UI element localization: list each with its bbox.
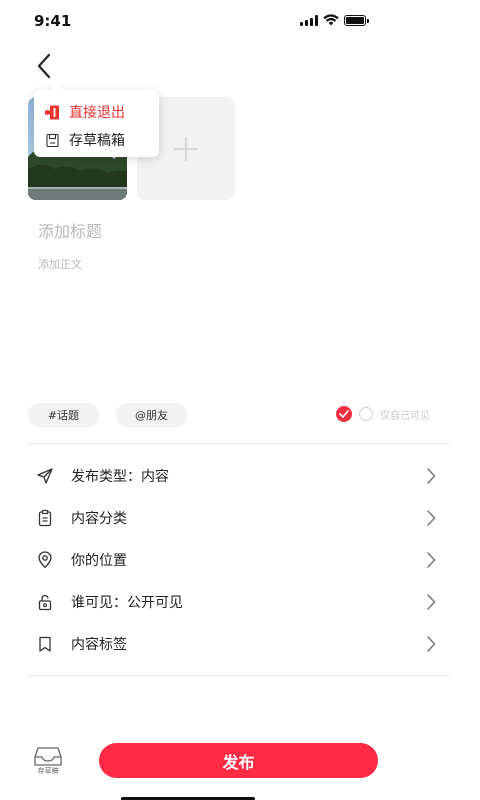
unlock-icon [38, 594, 52, 611]
settings-row-label: 谁可见：公开可见 [71, 595, 183, 611]
chevron-left-icon [37, 53, 51, 79]
settings-row-label: 内容分类 [71, 511, 127, 527]
save-to-drafts-label: 存草稿箱 [69, 133, 125, 149]
location-pin-icon [38, 551, 52, 569]
exit-popup-menu: 直接退出 存草稿箱 [34, 83, 159, 157]
chevron-right-icon [427, 552, 436, 568]
publish-button[interactable]: 发布 [99, 743, 378, 778]
body-textarea[interactable] [38, 256, 438, 386]
drafts-button[interactable]: 存草稿 [32, 744, 64, 778]
settings-row-label: 你的位置 [71, 553, 127, 569]
clipboard-icon [38, 509, 52, 527]
save-disk-icon [46, 133, 59, 147]
exit-directly-menu-item[interactable]: 直接退出 [44, 102, 125, 122]
settings-row-category[interactable]: 内容分类 [28, 497, 438, 539]
status-icons [300, 14, 369, 26]
paper-plane-icon [37, 468, 53, 484]
cellular-signal-icon [300, 14, 318, 26]
self-only-radio[interactable] [359, 407, 373, 421]
drafts-label: 存草稿 [37, 767, 59, 775]
settings-row-tags[interactable]: 内容标签 [28, 623, 438, 665]
divider-bottom [28, 675, 450, 676]
back-button[interactable] [30, 52, 58, 80]
chevron-right-icon [427, 468, 436, 484]
battery-icon [344, 14, 369, 26]
status-bar: 9:41 [0, 0, 480, 44]
inbox-tray-icon [34, 747, 62, 766]
divider-top [28, 443, 450, 444]
settings-row-publish-type[interactable]: 发布类型：内容 [28, 455, 438, 497]
visibility-toggle: 仅自己可见 [336, 406, 430, 422]
chevron-right-icon [427, 594, 436, 610]
check-selected-icon[interactable] [336, 406, 352, 422]
settings-row-visibility[interactable]: 谁可见：公开可见 [28, 581, 438, 623]
wifi-icon [323, 14, 339, 26]
settings-row-location[interactable]: 你的位置 [28, 539, 438, 581]
save-to-drafts-menu-item[interactable]: 存草稿箱 [44, 130, 125, 150]
mention-friend-chip[interactable]: @朋友 [116, 403, 187, 427]
settings-row-label: 内容标签 [71, 637, 127, 653]
settings-row-label: 发布类型：内容 [71, 469, 169, 485]
title-input[interactable] [38, 222, 438, 241]
chevron-right-icon [427, 636, 436, 652]
bookmark-icon [39, 636, 51, 652]
chevron-right-icon [427, 510, 436, 526]
exit-directly-label: 直接退出 [69, 105, 125, 121]
self-only-label: 仅自己可见 [380, 410, 430, 422]
topic-chip[interactable]: #话题 [28, 403, 99, 427]
exit-door-icon [45, 105, 59, 119]
plus-icon [174, 136, 198, 161]
status-time: 9:41 [34, 12, 72, 30]
